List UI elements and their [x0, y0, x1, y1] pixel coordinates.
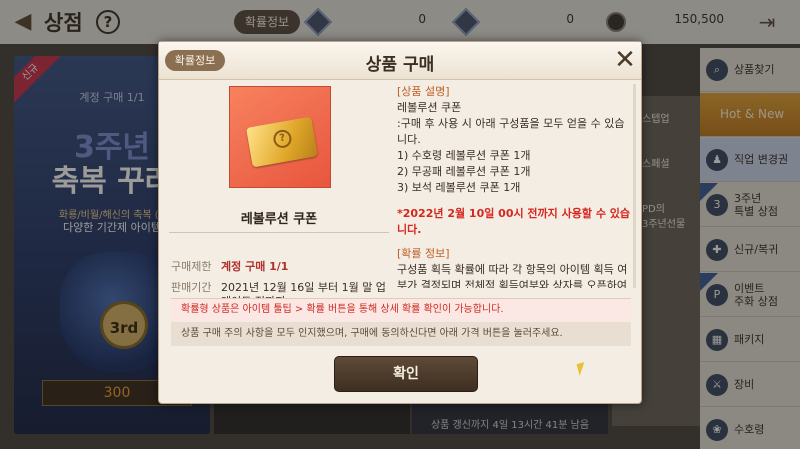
content-item: 3) 보석 레볼루션 쿠폰 1개	[397, 181, 521, 194]
content-item: 2) 무공패 레볼루션 쿠폰 1개	[397, 165, 531, 178]
sale-period-label: 판매기간	[171, 281, 212, 294]
probability-text: 구성품 획득 확률에 따라 각 항목의 아이템 획득 여부가 결정되며 전체적 …	[397, 263, 628, 288]
coupon-icon: ?	[246, 116, 318, 168]
expiry-warning: *2022년 2월 10일 00시 전까지 사용할 수 있습니다.	[397, 207, 631, 236]
description-text: :구매 후 사용 시 아래 구성품을 모두 얻을 수 있습니다.	[397, 117, 625, 146]
description-header: [상품 설명]	[397, 85, 450, 98]
divider	[169, 232, 389, 233]
dialog-title: 상품 구매	[365, 55, 435, 75]
purchase-limit-label: 구매제한	[171, 260, 212, 273]
content-item: 1) 수호령 레볼루션 쿠폰 1개	[397, 149, 531, 162]
coupon-emblem: ?	[272, 128, 293, 150]
item-image: ?	[229, 86, 331, 188]
confirm-button[interactable]: 확인	[334, 356, 478, 392]
purchase-agreement: 상품 구매 주의 사항을 모두 인지했으며, 구매에 동의하신다면 아래 가격 …	[171, 322, 631, 346]
item-summary: ? 레볼루션 쿠폰 구매제한 계정 구매 1/1 판매기간 2021년 12월 …	[169, 84, 389, 334]
probability-notice: 확률형 상품은 아이템 툴팁 > 확률 버튼을 통해 상세 확률 확인이 가능합…	[171, 298, 631, 322]
item-name: 레볼루션 쿠폰	[240, 212, 318, 227]
item-description[interactable]: [상품 설명] 레볼루션 쿠폰 :구매 후 사용 시 아래 구성품을 모두 얻을…	[397, 84, 633, 288]
purchase-dialog: 확률정보 상품 구매 ✕ ? 레볼루션 쿠폰 구매제한 계정 구매 1/1 판매…	[158, 41, 642, 404]
purchase-limit-value: 계정 구매 1/1	[221, 260, 289, 273]
description-item-name: 레볼루션 쿠폰	[397, 101, 462, 114]
dialog-header: 확률정보 상품 구매 ✕	[159, 42, 641, 80]
description-scrollbar[interactable]	[633, 84, 636, 288]
probability-header: [확률 정보]	[397, 247, 450, 260]
close-icon[interactable]: ✕	[611, 46, 639, 74]
